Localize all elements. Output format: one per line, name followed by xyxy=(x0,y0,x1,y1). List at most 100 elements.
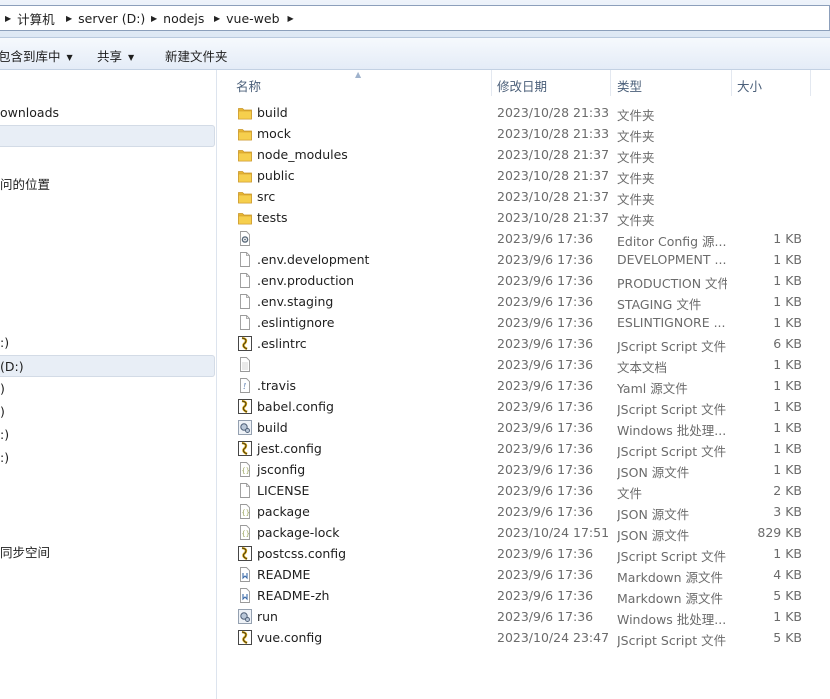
folder-icon xyxy=(238,147,252,162)
file-row[interactable]: vue.config 2023/10/24 23:47 JScript Script… xyxy=(218,627,830,648)
file-date: 2023/10/24 17:51 xyxy=(497,525,610,540)
file-type: Editor Config 源... xyxy=(617,234,727,249)
file-row[interactable]: node_modules 2023/10/28 21:37 文件夹 xyxy=(218,144,830,165)
file-row[interactable]: build 2023/9/6 17:36 Windows 批处理... 1 KB xyxy=(218,417,830,438)
file-row[interactable]: {} package-lock 2023/10/24 17:51 JSON 源文件 82… xyxy=(218,522,830,543)
file-list: build 2023/10/28 21:33 文件夹 mock 2023/10/28 2… xyxy=(218,102,830,648)
file-row[interactable]: .eslintignore 2023/9/6 17:36 ESLINTIGNORE … xyxy=(218,312,830,333)
caret-down-icon: ▼ xyxy=(66,53,73,62)
file-size: 3 KB xyxy=(773,504,802,519)
file-row[interactable]: build 2023/10/28 21:33 文件夹 xyxy=(218,102,830,123)
file-row[interactable]: jest.config 2023/9/6 17:36 JScript Script … xyxy=(218,438,830,459)
file-size: 1 KB xyxy=(773,609,802,624)
markdown-file-icon xyxy=(238,588,252,603)
breadcrumb[interactable]: ▶ 计算机 ▶ server (D:) ▶ nodejs ▶ vue-web ▶ xyxy=(0,5,830,31)
file-name: package-lock xyxy=(257,525,340,540)
nav-item-selected[interactable] xyxy=(0,125,215,147)
file-row[interactable]: ! .travis 2023/9/6 17:36 Yaml 源文件 1 KB xyxy=(218,375,830,396)
file-row[interactable]: LICENSE 2023/9/6 17:36 文件 2 KB xyxy=(218,480,830,501)
nav-item-drive-d[interactable]: (D:) xyxy=(0,355,215,377)
file-name: postcss.config xyxy=(257,546,347,561)
nav-item-drive-f[interactable]: ) xyxy=(0,401,215,423)
blank-file-icon xyxy=(238,483,252,498)
nav-item-drive-e[interactable]: ) xyxy=(0,378,215,400)
column-headers: ▲ 名称 修改日期 类型 大小 xyxy=(218,70,830,96)
jscript-file-icon xyxy=(238,336,252,351)
file-name: .travis xyxy=(257,378,297,393)
file-row[interactable]: public 2023/10/28 21:37 文件夹 xyxy=(218,165,830,186)
file-name: public xyxy=(257,168,295,183)
file-date: 2023/9/6 17:36 xyxy=(497,546,594,561)
column-divider[interactable] xyxy=(610,70,611,96)
column-header-type[interactable]: 类型 xyxy=(617,76,642,95)
file-size: 1 KB xyxy=(773,273,802,288)
nav-item-drive-g[interactable]: :) xyxy=(0,424,215,446)
file-size: 6 KB xyxy=(773,336,802,351)
column-header-date[interactable]: 修改日期 xyxy=(497,76,547,95)
batch-file-icon xyxy=(238,420,252,435)
file-name: vue.config xyxy=(257,630,323,645)
new-folder-button[interactable]: 新建文件夹 xyxy=(165,46,228,65)
folder-icon xyxy=(238,210,252,225)
file-row[interactable]: .env.development 2023/9/6 17:36 DEVELOPMEN… xyxy=(218,249,830,270)
file-row[interactable]: {} jsconfig 2023/9/6 17:36 JSON 源文件 1 KB xyxy=(218,459,830,480)
file-name: jsconfig xyxy=(257,462,306,477)
file-type: 文件 xyxy=(617,486,643,501)
breadcrumb-item-vue-web[interactable]: ▶ vue-web ▶ xyxy=(214,10,300,26)
file-row[interactable]: tests 2023/10/28 21:37 文件夹 xyxy=(218,207,830,228)
command-toolbar: 包含到库中 ▼ 共享 ▼ 新建文件夹 xyxy=(0,38,830,70)
file-row[interactable]: .env.staging 2023/9/6 17:36 STAGING 文件 1 KB xyxy=(218,291,830,312)
file-row[interactable]: README 2023/9/6 17:36 Markdown 源文件 4 KB xyxy=(218,564,830,585)
file-size: 1 KB xyxy=(773,462,802,477)
nav-item-sync-space[interactable]: 同步空间 xyxy=(0,539,215,561)
column-header-size[interactable]: 大小 xyxy=(737,76,762,95)
file-row[interactable]: README-zh 2023/9/6 17:36 Markdown 源文件 5 KB xyxy=(218,585,830,606)
nav-item-recent-places[interactable]: 问的位置 xyxy=(0,171,215,193)
svg-text:{}: {} xyxy=(242,509,250,517)
breadcrumb-item-drive[interactable]: ▶ server (D:) xyxy=(66,10,145,26)
file-date: 2023/9/6 17:36 xyxy=(497,231,594,246)
file-type: 文本文档 xyxy=(617,360,668,375)
file-row[interactable]: src 2023/10/28 21:37 文件夹 xyxy=(218,186,830,207)
file-row[interactable]: .env.production 2023/9/6 17:36 PRODUCTION … xyxy=(218,270,830,291)
file-name: node_modules xyxy=(257,147,348,162)
file-row[interactable]: mock 2023/10/28 21:33 文件夹 xyxy=(218,123,830,144)
file-date: 2023/9/6 17:36 xyxy=(497,483,594,498)
file-row[interactable]: babel.config 2023/9/6 17:36 JScript Script… xyxy=(218,396,830,417)
column-divider[interactable] xyxy=(810,70,811,96)
json-file-icon: {} xyxy=(238,462,252,477)
file-date: 2023/10/28 21:33 xyxy=(497,126,610,141)
file-row[interactable]: 2023/9/6 17:36 Editor Config 源... 1 KB xyxy=(218,228,830,249)
file-row[interactable]: 2023/9/6 17:36 文本文档 1 KB xyxy=(218,354,830,375)
file-date: 2023/10/28 21:37 xyxy=(497,147,610,162)
file-date: 2023/10/28 21:33 xyxy=(497,105,610,120)
file-size: 4 KB xyxy=(773,567,802,582)
chevron-right-icon[interactable]: ▶ xyxy=(288,14,294,23)
file-size: 1 KB xyxy=(773,420,802,435)
text-file-icon xyxy=(238,357,252,372)
column-divider[interactable] xyxy=(731,70,732,96)
file-name: build xyxy=(257,105,288,120)
file-date: 2023/9/6 17:36 xyxy=(497,273,594,288)
file-name: jest.config xyxy=(257,441,322,456)
file-size: 1 KB xyxy=(773,441,802,456)
nav-item-downloads[interactable]: ownloads xyxy=(0,102,215,124)
file-date: 2023/10/28 21:37 xyxy=(497,189,610,204)
column-header-name[interactable]: 名称 xyxy=(236,76,261,95)
nav-item-drive-c[interactable]: :) xyxy=(0,332,215,354)
column-divider[interactable] xyxy=(491,70,492,96)
file-size: 1 KB xyxy=(773,231,802,246)
file-row[interactable]: postcss.config 2023/9/6 17:36 JScript Scri… xyxy=(218,543,830,564)
file-size: 1 KB xyxy=(773,294,802,309)
share-button[interactable]: 共享 ▼ xyxy=(97,46,134,65)
file-row[interactable]: .eslintrc 2023/9/6 17:36 JScript Script 文件… xyxy=(218,333,830,354)
file-size: 1 KB xyxy=(773,315,802,330)
breadcrumb-item-computer[interactable]: ▶ 计算机 xyxy=(5,10,55,27)
include-in-library-button[interactable]: 包含到库中 ▼ xyxy=(0,46,73,65)
navigation-pane: ownloads 问的位置 :) (D:) ) ) :) :) 同步空间 xyxy=(0,70,217,699)
breadcrumb-item-nodejs[interactable]: ▶ nodejs xyxy=(151,10,204,26)
file-size: 5 KB xyxy=(773,588,802,603)
file-row[interactable]: {} package 2023/9/6 17:36 JSON 源文件 3 KB xyxy=(218,501,830,522)
file-row[interactable]: run 2023/9/6 17:36 Windows 批处理... 1 KB xyxy=(218,606,830,627)
nav-item-drive-h[interactable]: :) xyxy=(0,447,215,469)
